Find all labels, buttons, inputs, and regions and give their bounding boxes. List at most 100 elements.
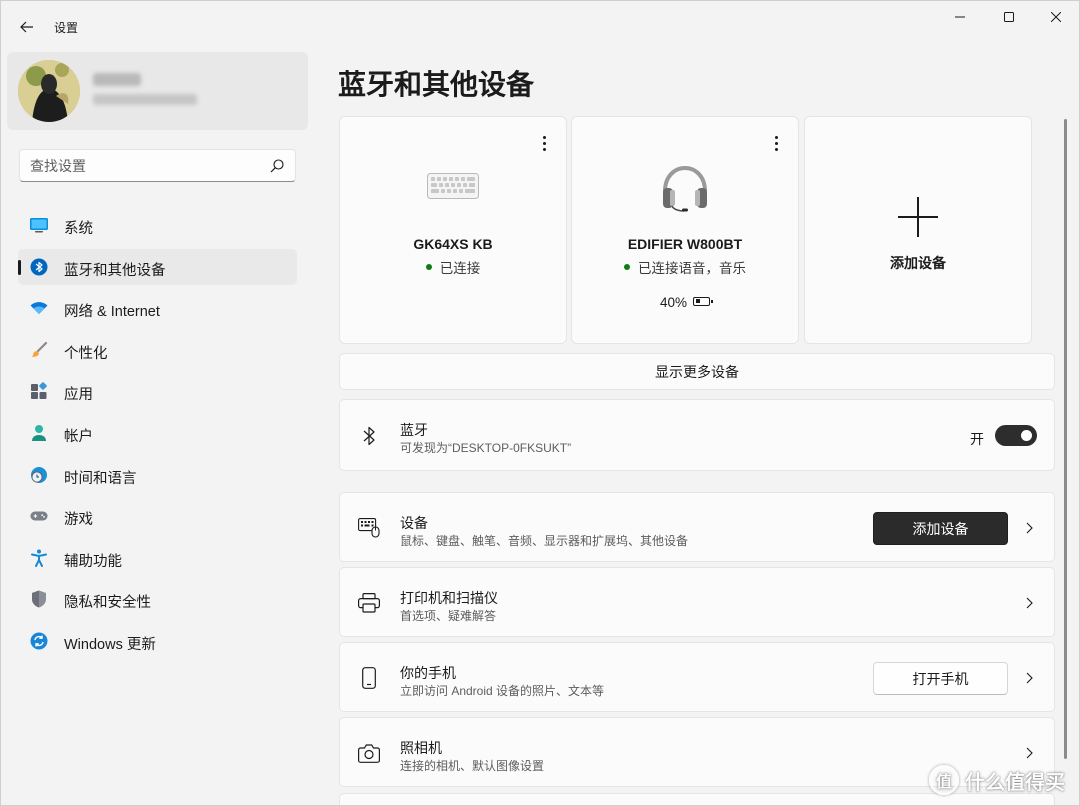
bluetooth-symbol-icon: [358, 425, 380, 447]
printers-subtitle: 首选项、疑难解答: [400, 609, 497, 623]
more-dot: [774, 135, 778, 139]
bluetooth-title: 蓝牙: [400, 422, 428, 438]
gamepad-icon: [30, 507, 48, 525]
sidebar-item-privacy[interactable]: 隐私和安全性: [18, 581, 297, 617]
watermark: 值 什么值得买: [929, 765, 1065, 795]
more-dot: [774, 141, 778, 145]
devices-row[interactable]: 设备 鼠标、键盘、触笔、音频、显示器和扩展坞、其他设备 添加设备: [339, 492, 1055, 562]
sidebar-item-label: 游戏: [64, 512, 93, 529]
scrollbar[interactable]: [1064, 119, 1067, 759]
add-device-card[interactable]: 添加设备: [804, 116, 1032, 344]
wifi-icon: [30, 299, 48, 317]
bluetooth-row: 蓝牙 可发现为“DESKTOP-0FKSUKT” 开: [339, 399, 1055, 471]
devices-subtitle: 鼠标、键盘、触笔、音频、显示器和扩展坞、其他设备: [400, 534, 689, 548]
chevron-right-icon: [1026, 597, 1033, 609]
phone-icon: [358, 667, 380, 689]
shield-icon: [30, 590, 48, 608]
battery-status: 40%: [572, 295, 798, 310]
printers-row[interactable]: 打印机和扫描仪 首选项、疑难解答: [339, 567, 1055, 637]
device-status: 已连接: [340, 257, 566, 277]
battery-level-fill: [695, 299, 701, 304]
back-button[interactable]: [13, 13, 41, 41]
more-dot: [542, 135, 546, 139]
sidebar-item-accessibility[interactable]: 辅助功能: [18, 540, 297, 576]
battery-icon: [693, 296, 714, 306]
maximize-button[interactable]: [986, 1, 1032, 33]
toggle-knob: [1021, 430, 1032, 441]
avatar: [18, 60, 80, 122]
headphones-icon: [663, 165, 707, 212]
keyboard-icon: [427, 173, 479, 199]
sidebar-item-apps[interactable]: 应用: [18, 373, 297, 409]
printers-title: 打印机和扫描仪: [400, 590, 498, 606]
user-profile-card[interactable]: [7, 52, 308, 130]
sidebar-item-system[interactable]: 系统: [18, 207, 297, 243]
minimize-icon: [955, 16, 965, 18]
sidebar-item-personalization[interactable]: 个性化: [18, 332, 297, 368]
accessibility-icon: [30, 549, 48, 567]
search-icon[interactable]: [269, 158, 285, 174]
sidebar-item-accounts[interactable]: 帐户: [18, 415, 297, 451]
camera-subtitle: 连接的相机、默认图像设置: [400, 759, 545, 773]
chevron-right-icon: [1026, 672, 1033, 684]
sidebar-item-label: 系统: [64, 221, 93, 237]
battery-percent: 40%: [659, 295, 688, 310]
bluetooth-toggle[interactable]: [995, 425, 1037, 446]
your-phone-title: 你的手机: [400, 665, 456, 681]
connected-dot-icon: [624, 264, 630, 271]
settings-window: 设置 查找设置 系统 蓝牙和其他设备 网络 & Internet 个性化 应用 …: [0, 0, 1080, 806]
plus-icon: [898, 197, 938, 237]
add-device-button[interactable]: 添加设备: [873, 512, 1008, 545]
camera-title: 照相机: [400, 740, 442, 756]
show-more-devices-button[interactable]: 显示更多设备: [339, 353, 1055, 390]
globe-clock-icon: [30, 466, 48, 484]
device-status: 已连接语音，音乐: [572, 257, 798, 277]
maximize-icon: [1004, 12, 1014, 22]
update-icon: [30, 632, 48, 650]
device-status-text: 已连接语音，音乐: [638, 261, 746, 276]
close-icon: [1051, 12, 1061, 22]
your-phone-subtitle: 立即访问 Android 设备的照片、文本等: [400, 684, 605, 698]
more-options-button[interactable]: [766, 133, 786, 153]
sidebar-item-label: 时间和语言: [64, 470, 137, 487]
chevron-right-icon: [1026, 522, 1033, 534]
sidebar-item-label: 帐户: [64, 428, 93, 445]
title-bar: 设置: [1, 1, 1079, 49]
sidebar-nav: 系统 蓝牙和其他设备 网络 & Internet 个性化 应用 帐户 时间和语言…: [18, 207, 297, 665]
sidebar-item-label: 辅助功能: [64, 553, 122, 570]
open-phone-button[interactable]: 打开手机: [873, 662, 1008, 695]
sidebar-item-label: 蓝牙和其他设备: [64, 262, 166, 279]
sidebar-item-gaming[interactable]: 游戏: [18, 498, 297, 534]
sidebar-item-label: 个性化: [64, 345, 108, 362]
device-name: EDIFIER W800BT: [627, 236, 743, 252]
apps-icon: [30, 382, 48, 400]
more-dot: [774, 147, 778, 151]
bluetooth-toggle-label: 开: [970, 431, 984, 447]
monitor-icon: [30, 216, 48, 234]
back-arrow-icon: [20, 21, 33, 33]
connected-dot-icon: [425, 264, 432, 271]
your-phone-row[interactable]: 你的手机 立即访问 Android 设备的照片、文本等 打开手机: [339, 642, 1055, 712]
device-name: GK64XS KB: [413, 236, 493, 252]
devices-title: 设备: [400, 515, 428, 531]
sidebar-item-label: 应用: [64, 387, 93, 404]
settings-search-box[interactable]: [19, 149, 296, 182]
sidebar-item-windows-update[interactable]: Windows 更新: [18, 623, 297, 659]
watermark-text: 什么值得买: [965, 771, 1065, 794]
sidebar-item-network[interactable]: 网络 & Internet: [18, 290, 297, 326]
close-button[interactable]: [1033, 1, 1079, 33]
sidebar-item-bluetooth[interactable]: 蓝牙和其他设备: [18, 248, 297, 285]
sidebar-item-time-language[interactable]: 时间和语言: [18, 457, 297, 493]
bluetooth-icon: [30, 258, 48, 276]
page-title: 蓝牙和其他设备: [338, 69, 535, 100]
brush-icon: [30, 341, 48, 359]
device-card-headphones[interactable]: EDIFIER W800BT 已连接语音，音乐 40%: [571, 116, 799, 344]
printer-icon: [358, 592, 380, 614]
device-card-keyboard[interactable]: GK64XS KB 已连接: [339, 116, 567, 344]
add-device-label: 添加设备: [890, 255, 946, 271]
more-options-button[interactable]: [534, 133, 554, 153]
minimize-button[interactable]: [937, 1, 983, 33]
watermark-badge: 值: [929, 765, 959, 795]
more-dot: [542, 147, 546, 151]
search-input[interactable]: [30, 156, 260, 176]
